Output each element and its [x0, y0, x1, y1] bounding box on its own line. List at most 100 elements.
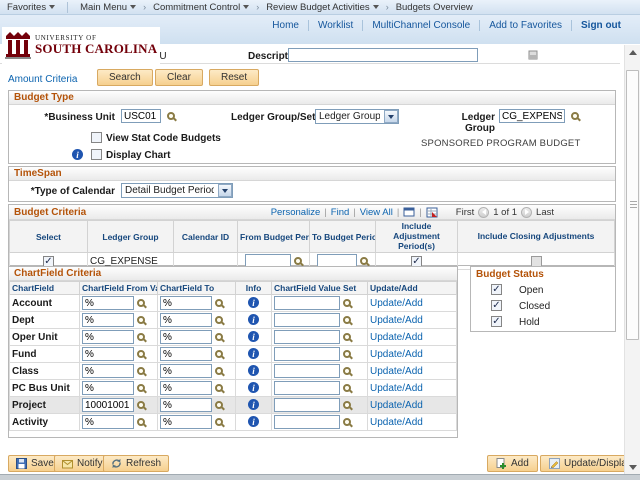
scrollbar-thumb[interactable] [626, 70, 639, 340]
update-add-link[interactable]: Update/Add [370, 298, 423, 309]
lookup-icon[interactable] [137, 316, 145, 324]
spell-check-icon[interactable] [528, 50, 538, 60]
to-value-input[interactable] [160, 313, 212, 327]
from-value-input[interactable] [82, 398, 134, 412]
value-set-input[interactable] [274, 347, 340, 361]
type-of-calendar-select[interactable]: Detail Budget Period [121, 183, 233, 198]
from-value-input[interactable] [82, 415, 134, 429]
lookup-icon[interactable] [215, 401, 223, 409]
to-value-input[interactable] [160, 415, 212, 429]
reset-button[interactable]: Reset [209, 69, 259, 86]
add-button[interactable]: Add [487, 455, 538, 472]
from-value-input[interactable] [82, 313, 134, 327]
worklist-link[interactable]: Worklist [308, 20, 362, 31]
info-icon[interactable] [248, 331, 259, 342]
to-budget-period-lookup-icon[interactable] [360, 257, 368, 265]
dropdown-arrow-icon[interactable] [384, 110, 398, 123]
update-add-link[interactable]: Update/Add [370, 366, 423, 377]
business-unit-input[interactable] [121, 109, 161, 123]
value-set-input[interactable] [274, 330, 340, 344]
breadcrumb-item-budgets-overview[interactable]: Budgets Overview [396, 2, 473, 13]
from-value-input[interactable] [82, 330, 134, 344]
lookup-icon[interactable] [137, 418, 145, 426]
update-add-link[interactable]: Update/Add [370, 349, 423, 360]
add-to-favorites-link[interactable]: Add to Favorites [479, 20, 571, 31]
breadcrumb-item-review-budget-activities[interactable]: Review Budget Activities [266, 2, 379, 13]
update-add-link[interactable]: Update/Add [370, 417, 423, 428]
from-value-input[interactable] [82, 347, 134, 361]
value-set-input[interactable] [274, 296, 340, 310]
clear-button[interactable]: Clear [155, 69, 203, 86]
update-add-link[interactable]: Update/Add [370, 332, 423, 343]
to-value-input[interactable] [160, 330, 212, 344]
lookup-icon[interactable] [137, 299, 145, 307]
info-icon[interactable] [248, 297, 259, 308]
open-checkbox[interactable] [491, 284, 502, 295]
breadcrumb-item-commitment-control[interactable]: Commitment Control [153, 2, 249, 13]
refresh-button[interactable]: Refresh [103, 455, 169, 472]
update-add-link[interactable]: Update/Add [370, 315, 423, 326]
lookup-icon[interactable] [137, 384, 145, 392]
info-icon[interactable] [248, 416, 259, 427]
lookup-icon[interactable] [215, 418, 223, 426]
lookup-icon[interactable] [343, 418, 351, 426]
display-chart-checkbox[interactable] [91, 149, 102, 160]
lookup-icon[interactable] [215, 384, 223, 392]
value-set-input[interactable] [274, 381, 340, 395]
multichannel-console-link[interactable]: MultiChannel Console [362, 20, 479, 31]
pagination-prev-icon[interactable] [478, 207, 489, 218]
lookup-icon[interactable] [343, 299, 351, 307]
lookup-icon[interactable] [343, 401, 351, 409]
to-value-input[interactable] [160, 364, 212, 378]
scrollbar-up-arrow[interactable] [625, 45, 640, 59]
ledger-group-input[interactable] [499, 109, 565, 123]
breadcrumb-item-favorites[interactable]: Favorites [7, 2, 55, 13]
lookup-icon[interactable] [343, 316, 351, 324]
from-budget-period-lookup-icon[interactable] [294, 257, 302, 265]
info-icon[interactable] [248, 365, 259, 376]
value-set-input[interactable] [274, 313, 340, 327]
view-stat-code-checkbox[interactable] [91, 132, 102, 143]
update-add-link[interactable]: Update/Add [370, 400, 423, 411]
search-button[interactable]: Search [97, 69, 153, 86]
pagination-next-icon[interactable] [521, 207, 532, 218]
value-set-input[interactable] [274, 398, 340, 412]
closed-checkbox[interactable] [491, 300, 502, 311]
view-all-link[interactable]: View All [360, 207, 393, 218]
zoom-grid-icon[interactable] [403, 207, 415, 217]
lookup-icon[interactable] [215, 367, 223, 375]
lookup-icon[interactable] [343, 384, 351, 392]
home-link[interactable]: Home [263, 20, 308, 31]
ledger-group-set-select[interactable]: Ledger Group [315, 109, 399, 124]
info-icon[interactable] [72, 149, 83, 160]
amount-criteria-link[interactable]: Amount Criteria [8, 74, 77, 85]
lookup-icon[interactable] [215, 299, 223, 307]
lookup-icon[interactable] [137, 401, 145, 409]
lookup-icon[interactable] [343, 350, 351, 358]
lookup-icon[interactable] [215, 316, 223, 324]
lookup-icon[interactable] [343, 333, 351, 341]
lookup-icon[interactable] [137, 367, 145, 375]
to-value-input[interactable] [160, 381, 212, 395]
to-value-input[interactable] [160, 296, 212, 310]
value-set-input[interactable] [274, 364, 340, 378]
vertical-scrollbar[interactable] [624, 45, 640, 474]
sign-out-link[interactable]: Sign out [571, 20, 630, 31]
dropdown-arrow-icon[interactable] [218, 184, 232, 197]
lookup-icon[interactable] [137, 333, 145, 341]
value-set-input[interactable] [274, 415, 340, 429]
lookup-icon[interactable] [215, 350, 223, 358]
info-icon[interactable] [248, 314, 259, 325]
lookup-icon[interactable] [215, 333, 223, 341]
from-value-input[interactable] [82, 381, 134, 395]
update-add-link[interactable]: Update/Add [370, 383, 423, 394]
business-unit-lookup-icon[interactable] [167, 112, 175, 120]
info-icon[interactable] [248, 399, 259, 410]
lookup-icon[interactable] [343, 367, 351, 375]
from-value-input[interactable] [82, 296, 134, 310]
personalize-link[interactable]: Personalize [271, 207, 321, 218]
ledger-group-lookup-icon[interactable] [571, 112, 579, 120]
scrollbar-down-arrow[interactable] [625, 460, 640, 474]
from-value-input[interactable] [82, 364, 134, 378]
info-icon[interactable] [248, 348, 259, 359]
